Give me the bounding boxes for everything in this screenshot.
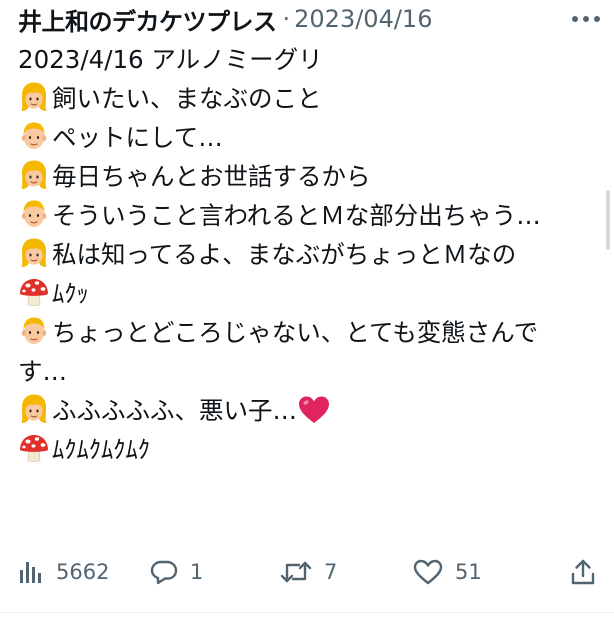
tweet-line: そういうこと言われるとＭな部分出ちゃう… bbox=[18, 196, 584, 235]
more-options-icon[interactable] bbox=[572, 16, 600, 22]
tweet-line: ﾑｸﾑｸﾑｸﾑｸ bbox=[18, 430, 584, 469]
woman-emoji bbox=[18, 81, 50, 113]
woman-emoji bbox=[18, 393, 50, 425]
divider bbox=[0, 612, 614, 613]
tweet-line: ペットにして… bbox=[18, 118, 584, 157]
man-emoji bbox=[18, 120, 50, 152]
tweet-line-text: 毎日ちゃんとお世話するから bbox=[52, 162, 371, 191]
like-button[interactable]: 51 bbox=[413, 559, 482, 585]
tweet-line-text: そういうこと言われるとＭな部分出ちゃう… bbox=[52, 201, 541, 230]
tweet-line-text: 飼いたい、まなぶのこと bbox=[52, 84, 322, 113]
reply-count: 1 bbox=[190, 560, 204, 584]
heart-icon bbox=[413, 559, 443, 585]
mushroom-emoji bbox=[18, 432, 50, 464]
reply-icon bbox=[150, 560, 178, 585]
share-icon bbox=[571, 559, 595, 585]
tweet-line: 私は知ってるよ、まなぶがちょっとＭなの bbox=[18, 235, 584, 274]
man-emoji bbox=[18, 198, 50, 230]
tweet-line: ﾑｸｯ bbox=[18, 274, 584, 313]
mushroom-emoji bbox=[18, 276, 50, 308]
tweet-actions: 5662 1 7 51 bbox=[18, 550, 596, 594]
red-heart-emoji bbox=[297, 394, 331, 426]
more-dot bbox=[594, 16, 600, 22]
scrollbar[interactable] bbox=[606, 190, 610, 250]
like-count: 51 bbox=[455, 560, 482, 584]
more-dot bbox=[583, 16, 589, 22]
woman-emoji bbox=[18, 159, 50, 191]
repost-icon bbox=[280, 561, 312, 583]
views-count: 5662 bbox=[56, 560, 110, 584]
tweet-line-text: ﾑｸｯ bbox=[52, 279, 89, 308]
tweet-line: ちょっとどころじゃない、とても変態さんです… bbox=[18, 313, 584, 391]
author-name[interactable]: 井上和のデカケツプレス bbox=[18, 2, 277, 37]
woman-emoji bbox=[18, 237, 50, 269]
tweet-header: 井上和のデカケツプレス · 2023/04/16 bbox=[18, 2, 598, 36]
reply-button[interactable]: 1 bbox=[150, 559, 203, 585]
tweet-line: 飼いたい、まなぶのこと bbox=[18, 79, 584, 118]
analytics-icon bbox=[20, 562, 41, 583]
tweet-line-text: 私は知ってるよ、まなぶがちょっとＭなの bbox=[52, 240, 517, 269]
repost-button[interactable]: 7 bbox=[280, 559, 337, 585]
tweet-line: ふふふふふ、悪い子… bbox=[18, 391, 584, 430]
man-emoji bbox=[18, 315, 50, 347]
tweet-text: 2023/4/16 アルノミーグリ飼いたい、まなぶのこと ペットにして… 毎日ちゃん… bbox=[18, 40, 584, 469]
tweet-line-text: ﾑｸﾑｸﾑｸﾑｸ bbox=[52, 435, 150, 464]
more-dot bbox=[572, 16, 578, 22]
tweet-line-text: ふふふふふ、悪い子… bbox=[52, 396, 297, 425]
tweet-line: 毎日ちゃんとお世話するから bbox=[18, 157, 584, 196]
separator-dot: · bbox=[282, 5, 291, 33]
views-button[interactable]: 5662 bbox=[18, 560, 109, 584]
tweet-date[interactable]: 2023/04/16 bbox=[294, 5, 432, 33]
tweet-line-text: ペットにして… bbox=[52, 123, 223, 152]
repost-count: 7 bbox=[324, 560, 338, 584]
tweet-line-text: ちょっとどころじゃない、とても変態さんです… bbox=[18, 318, 539, 386]
tweet-line: 2023/4/16 アルノミーグリ bbox=[18, 40, 584, 79]
share-button[interactable] bbox=[570, 558, 596, 586]
tweet-line-text: 2023/4/16 アルノミーグリ bbox=[18, 45, 323, 74]
